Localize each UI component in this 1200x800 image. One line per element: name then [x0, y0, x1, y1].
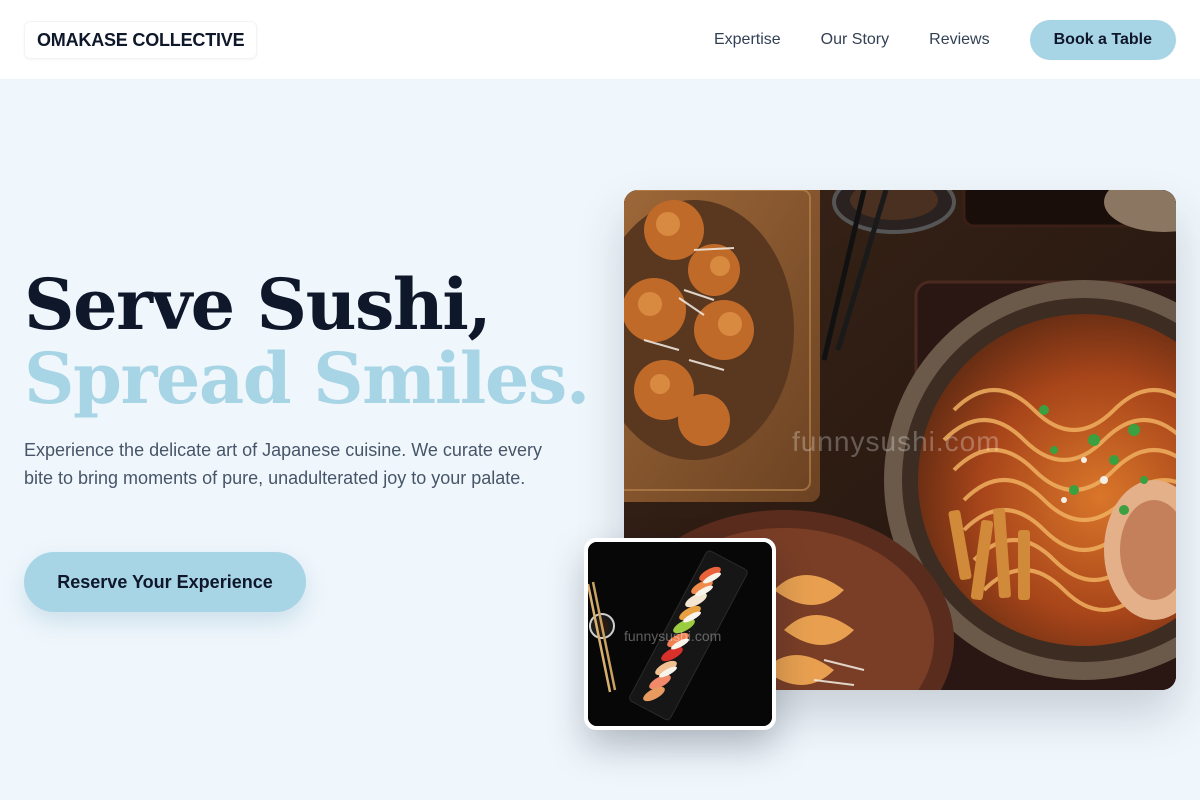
- hero-title-line-1: Serve Sushi,: [24, 263, 492, 346]
- sushi-thumbnail-card: funnysushi.com: [584, 538, 776, 730]
- brand-logo[interactable]: OMAKASE COLLECTIVE: [24, 21, 258, 59]
- hero-title-line-2: Spread Smiles.: [24, 337, 590, 420]
- main-nav: Expertise Our Story Reviews Book a Table: [714, 20, 1176, 60]
- sushi-platter-illustration: [588, 542, 772, 726]
- nav-link-our-story[interactable]: Our Story: [821, 31, 889, 49]
- reserve-experience-button[interactable]: Reserve Your Experience: [24, 552, 306, 612]
- hero-subtitle: Experience the delicate art of Japanese …: [24, 440, 542, 488]
- book-table-button[interactable]: Book a Table: [1029, 20, 1176, 60]
- site-header: OMAKASE COLLECTIVE Expertise Our Story R…: [0, 0, 1200, 80]
- nav-link-expertise[interactable]: Expertise: [714, 31, 781, 49]
- hero-title: Serve Sushi, Spread Smiles.: [24, 263, 590, 420]
- sushi-photo: funnysushi.com: [588, 542, 772, 726]
- nav-link-reviews[interactable]: Reviews: [929, 31, 989, 49]
